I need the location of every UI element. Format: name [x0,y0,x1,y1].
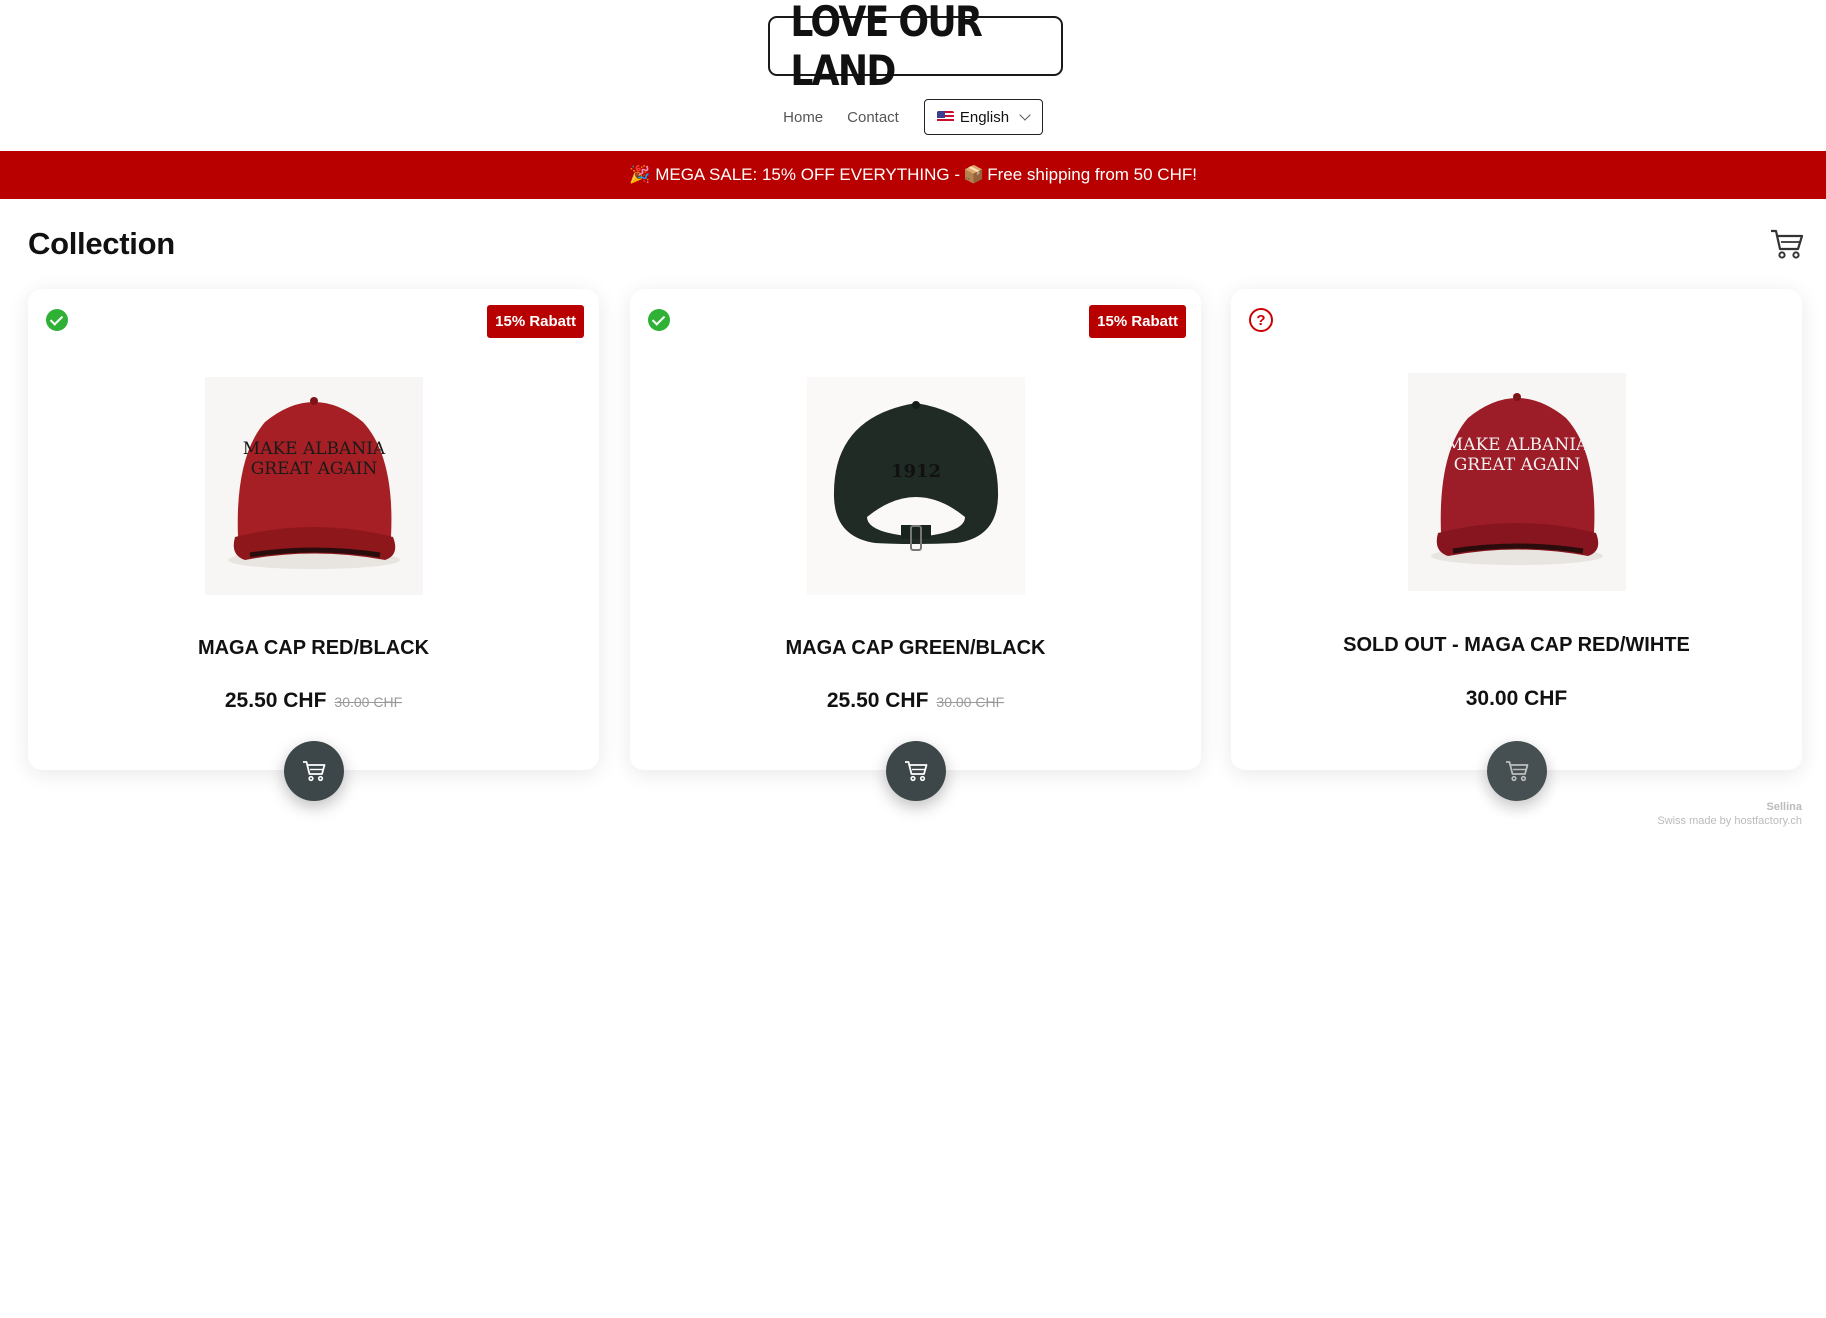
sale-banner: 🎉 MEGA SALE: 15% OFF EVERYTHING - 📦 Free… [0,151,1826,199]
add-to-cart-button[interactable] [886,741,946,801]
product-image[interactable]: MAKE ALBANIA GREAT AGAIN [205,377,423,595]
product-card[interactable]: 15% Rabatt MAKE ALBANIA GREAT AGAIN MAGA… [28,289,599,801]
product-image[interactable]: 1912 [807,377,1025,595]
product-name[interactable]: MAGA CAP GREEN/BLACK [630,637,1201,660]
site-footer: Sellina Swiss made by hostfactory.ch [1657,800,1802,828]
question-icon: ? [1249,308,1273,332]
cap-text-line-2: GREAT AGAIN [1454,455,1581,475]
old-price: 30.00 CHF [334,694,403,710]
check-icon [46,309,68,331]
language-select[interactable]: English [923,99,1043,135]
cap-text-line-1: MAKE ALBANIA [243,439,386,459]
cart-icon [303,761,326,782]
footer-brand[interactable]: Sellina [1657,800,1802,814]
banner-text-sale: MEGA SALE: 15% OFF EVERYTHING - [655,165,961,184]
site-logo[interactable]: LOVE OUR LAND [768,0,1063,95]
product-name[interactable]: SOLD OUT - MAGA CAP RED/WIHTE [1231,634,1802,657]
footer-credit[interactable]: Swiss made by hostfactory.ch [1657,814,1802,828]
chevron-down-icon [1019,109,1031,121]
party-icon: 🎉 [629,165,651,184]
language-label: English [959,108,1010,126]
product-price: 25.50 CHF 30.00 CHF [28,689,599,713]
package-icon: 📦 [963,165,985,184]
product-image[interactable]: MAKE ALBANIA GREAT AGAIN [1408,373,1626,591]
nav-home-link[interactable]: Home [783,109,823,126]
product-card[interactable]: 15% Rabatt 1912 MAGA CAP GREEN/BLACK 25.… [630,289,1201,801]
site-header: LOVE OUR LAND Home Contact English [0,0,1826,151]
cap-text-line-1: MAKE ALBANIA [1446,435,1589,455]
banner-text-shipping: Free shipping from 50 CHF! [987,165,1197,184]
current-price: 25.50 CHF [224,689,327,712]
us-flag-icon [936,111,954,123]
cap-text-line-2: GREAT AGAIN [251,459,378,479]
product-name[interactable]: MAGA CAP RED/BLACK [28,637,599,660]
cart-icon [1506,761,1529,782]
product-price: 30.00 CHF [1231,687,1802,711]
cart-icon [905,761,928,782]
discount-badge: 15% Rabatt [1089,305,1186,338]
check-icon [648,309,670,331]
current-price: 25.50 CHF [826,689,929,712]
cart-icon[interactable] [1770,228,1804,260]
page-title: Collection [28,226,175,261]
old-price: 30.00 CHF [936,694,1005,710]
current-price: 30.00 CHF [1465,687,1568,710]
main-nav: Home Contact English [0,99,1826,135]
product-price: 25.50 CHF 30.00 CHF [630,689,1201,713]
cap-text-line-1: 1912 [891,461,941,482]
product-card[interactable]: ? MAKE ALBANIA GREAT AGAIN SOLD OUT - MA… [1231,289,1802,801]
add-to-cart-button[interactable] [284,741,344,801]
discount-badge: 15% Rabatt [487,305,584,338]
logo-text: LOVE OUR LAND [790,0,982,95]
add-to-cart-button[interactable] [1487,741,1547,801]
nav-contact-link[interactable]: Contact [847,109,899,126]
